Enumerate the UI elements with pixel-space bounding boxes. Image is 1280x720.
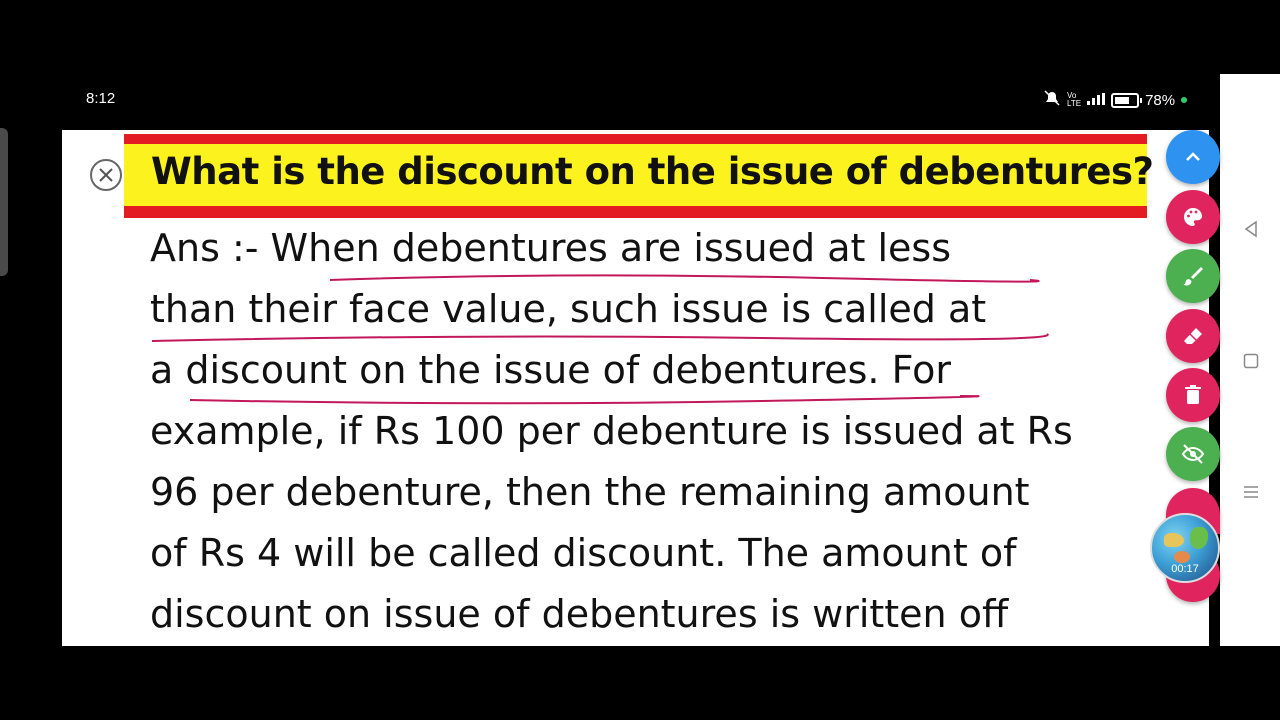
menu-nav-icon[interactable]	[1243, 484, 1259, 504]
page-title: What is the discount on the issue of deb…	[151, 150, 1154, 193]
eraser-icon	[1184, 328, 1202, 344]
home-nav-icon[interactable]	[1243, 353, 1259, 373]
answer-line: Ans :- When debentures are issued at les…	[150, 226, 952, 270]
answer-line: of Rs 4 will be called discount. The amo…	[150, 531, 1017, 575]
answer-line: example, if Rs 100 per debenture is issu…	[150, 409, 1073, 453]
document-page: What is the discount on the issue of deb…	[62, 130, 1209, 646]
battery-icon	[1111, 92, 1143, 108]
color-palette-button[interactable]	[1166, 190, 1220, 244]
trash-icon	[1185, 385, 1201, 404]
brush-icon	[1183, 267, 1203, 286]
scroll-up-button[interactable]	[1166, 130, 1220, 184]
eye-off-icon	[1181, 444, 1205, 464]
close-icon	[99, 168, 113, 182]
volte-icon: Vo LTE	[1067, 91, 1082, 108]
answer-text: Ans :- When debentures are issued at les…	[150, 218, 1150, 645]
answer-line: discount on issue of debentures is writt…	[150, 592, 1009, 636]
palette-icon	[1183, 208, 1202, 226]
brush-button[interactable]	[1166, 249, 1220, 303]
answer-line: 96 per debenture, then the remaining amo…	[150, 470, 1030, 514]
video-thumbnail[interactable]: 00:17	[1150, 513, 1220, 583]
answer-line: a discount on the issue of debentures. F…	[150, 348, 951, 392]
video-elapsed-time: 00:17	[1171, 563, 1199, 575]
edge-panel-handle[interactable]	[0, 128, 8, 276]
battery-percent: 78%	[1145, 91, 1176, 109]
chevron-up-icon	[1186, 152, 1200, 161]
delete-button[interactable]	[1166, 368, 1220, 422]
notification-dot	[1181, 97, 1188, 103]
hide-annotations-button[interactable]	[1166, 427, 1220, 481]
mute-icon	[1043, 90, 1061, 110]
eraser-button[interactable]	[1166, 309, 1220, 363]
status-time: 8:12	[86, 90, 116, 107]
back-nav-icon[interactable]	[1243, 220, 1259, 242]
status-icons: Vo LTE 78%	[1043, 90, 1188, 110]
close-button[interactable]	[90, 159, 122, 191]
signal-icon	[1087, 92, 1106, 109]
answer-line: than their face value, such issue is cal…	[150, 287, 987, 331]
